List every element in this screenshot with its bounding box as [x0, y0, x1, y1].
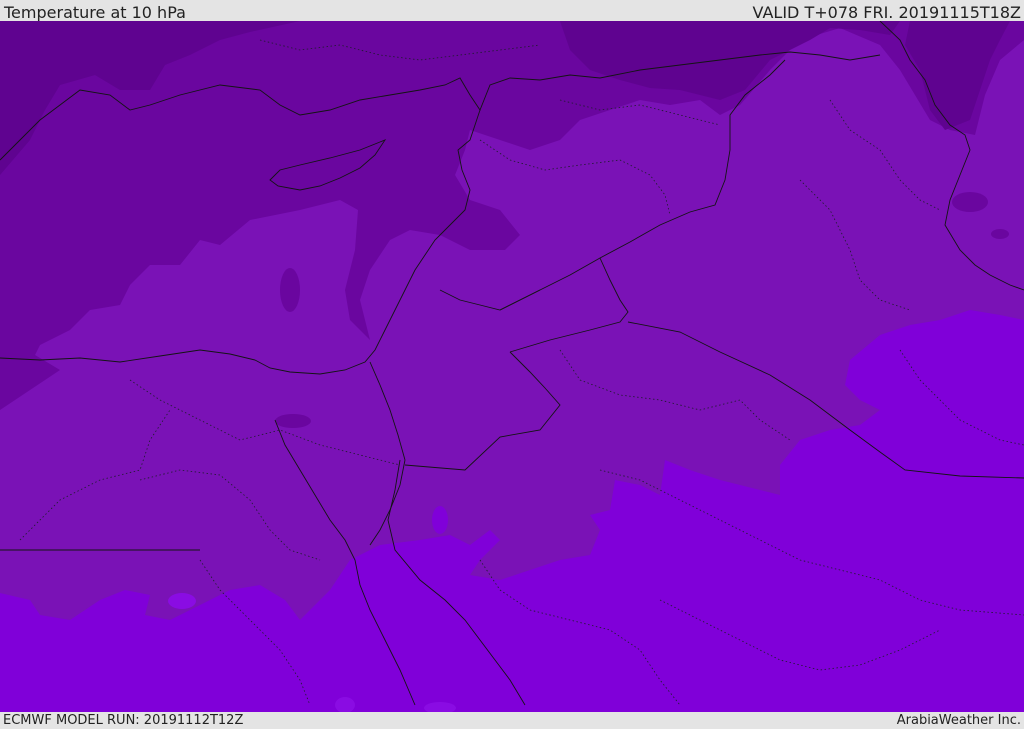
header-bar: Temperature at 10 hPa VALID T+078 FRI. 2… [0, 0, 1024, 22]
credit-text: ArabiaWeather Inc. [896, 713, 1021, 728]
temperature-map[interactable] [0, 21, 1024, 712]
field-coldest-blob [952, 192, 988, 212]
footer-bar: ECMWF MODEL RUN: 20191112T12Z ArabiaWeat… [0, 712, 1024, 729]
valid-time: VALID T+078 FRI. 20191115T18Z [752, 3, 1021, 22]
model-run: ECMWF MODEL RUN: 20191112T12Z [3, 713, 244, 728]
map-title: Temperature at 10 hPa [4, 3, 186, 22]
